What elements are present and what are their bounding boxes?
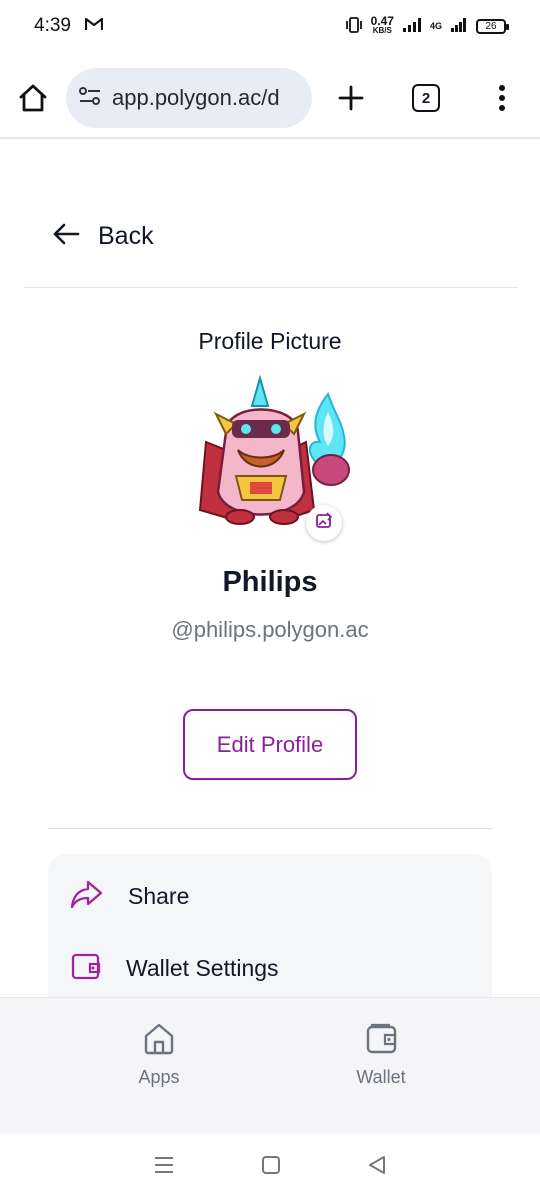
profile-name: Philips xyxy=(222,566,318,598)
divider xyxy=(24,287,518,288)
net-speed-unit: KB/S xyxy=(372,26,392,35)
more-menu-icon[interactable] xyxy=(498,85,506,111)
arrow-left-icon xyxy=(52,222,80,251)
new-tab-icon[interactable] xyxy=(338,85,364,111)
wallet-settings-menu-item[interactable]: Wallet Settings xyxy=(48,938,492,998)
home-square-icon[interactable] xyxy=(261,1155,281,1180)
back-label: Back xyxy=(98,222,154,250)
net-speed: 0.47 KB/S xyxy=(370,14,394,36)
share-menu-item[interactable]: Share xyxy=(48,866,492,926)
battery-level: 26 xyxy=(485,20,497,32)
recent-apps-icon[interactable] xyxy=(153,1156,175,1179)
profile-picture-title: Profile Picture xyxy=(198,328,342,354)
avatar[interactable] xyxy=(186,372,358,528)
url-text: app.polygon.ac/d xyxy=(112,85,280,110)
robot-avatar-image xyxy=(198,374,350,525)
nav-apps[interactable]: Apps xyxy=(99,1022,219,1088)
wallet-icon xyxy=(364,1022,398,1061)
net-speed-value: 0.47 xyxy=(370,14,394,28)
nav-label: Wallet xyxy=(356,1067,406,1087)
screen: 4:39 0.47 KB/S 4G 26 app.polygon.ac/d 2 … xyxy=(0,0,540,1200)
share-arrow-icon xyxy=(70,879,104,914)
home-icon[interactable] xyxy=(18,83,48,113)
url-bar[interactable]: app.polygon.ac/d xyxy=(66,68,312,128)
home-icon xyxy=(142,1022,176,1061)
back-triangle-icon[interactable] xyxy=(367,1155,387,1180)
toolbar-divider xyxy=(0,137,540,139)
profile-handle: @philips.polygon.ac xyxy=(171,617,369,642)
status-bar: 4:39 0.47 KB/S 4G 26 xyxy=(0,0,540,52)
menu-item-label: Share xyxy=(128,882,190,909)
back-button[interactable]: Back xyxy=(52,222,154,251)
divider xyxy=(48,828,492,829)
status-time: 4:39 xyxy=(34,15,71,36)
edit-profile-button[interactable]: Edit Profile xyxy=(183,709,357,780)
change-avatar-button[interactable] xyxy=(306,505,342,541)
image-edit-icon xyxy=(315,511,333,535)
signal-4g-icon xyxy=(450,17,468,35)
nav-wallet[interactable]: Wallet xyxy=(321,1022,441,1088)
site-settings-icon[interactable] xyxy=(78,86,102,111)
browser-toolbar: app.polygon.ac/d 2 xyxy=(0,60,540,136)
gmail-icon xyxy=(84,15,104,37)
bottom-nav: Apps Wallet xyxy=(0,997,540,1134)
battery-icon: 26 xyxy=(476,18,509,34)
wallet-icon xyxy=(70,951,102,986)
network-type: 4G xyxy=(429,21,442,31)
vibrate-icon xyxy=(345,16,363,36)
system-nav-bar xyxy=(0,1134,540,1200)
profile-menu: Share Wallet Settings xyxy=(48,854,492,1004)
menu-item-label: Wallet Settings xyxy=(126,954,279,981)
nav-label: Apps xyxy=(138,1067,180,1087)
tab-switcher-button[interactable]: 2 xyxy=(412,84,440,112)
signal-icon xyxy=(402,17,422,35)
